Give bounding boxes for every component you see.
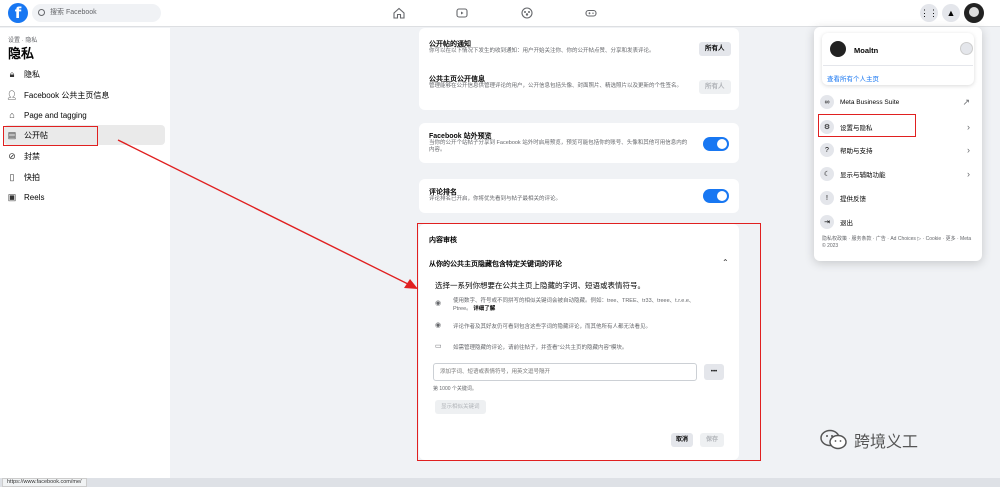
browser-status-bar: [0, 478, 1000, 487]
block-user-icon: ⊘: [8, 150, 16, 161]
meta-icon: ∞: [820, 95, 834, 109]
search-icon: [38, 9, 45, 16]
search-placeholder: 搜索 Facebook: [50, 9, 97, 16]
setting-description: 评论排名已开启，你将优先看到与帖子最相关的评论。: [429, 196, 562, 202]
tag-icon: ⌂: [9, 110, 15, 120]
groups-icon[interactable]: [521, 7, 533, 19]
setting-description: 当你的公开个站帖子分享到 Facebook 站外时启用预览，预览可能包括你的账号…: [429, 140, 688, 153]
sidebar-item-reels[interactable]: ▣ Reels: [4, 187, 165, 207]
sidebar-item-label: 封禁: [24, 151, 40, 161]
settings-card-comment-ranking: 评论排名 评论排名已开启，你将优先看到与帖子最相关的评论。: [419, 179, 739, 213]
account-dropdown-menu: Moaltn 查看所有个人主页 ∞ Meta Business Suite ↗ …: [814, 27, 982, 261]
user-icon: 👤︎: [6, 89, 18, 100]
menu-grid-icon[interactable]: ⋮⋮: [920, 4, 938, 22]
switch-profile-icon[interactable]: [960, 42, 973, 55]
sidebar-item-privacy[interactable]: 🔒︎ 隐私: [4, 64, 165, 84]
menu-item-label: 退出: [840, 220, 853, 227]
settings-card-notifications: 公开帖的通知 你可以在以下情况下发生的收到通知：用户开始关注你、你的公开帖点赞、…: [419, 28, 739, 110]
sidebar-item-label: Page and tagging: [24, 110, 87, 120]
sidebar-item-label: 快拍: [24, 172, 40, 182]
status-url: https://www.facebook.com/me/: [2, 478, 87, 487]
sidebar-item-stories[interactable]: ▯ 快拍: [4, 167, 165, 187]
avatar[interactable]: [964, 3, 984, 23]
menu-item-log-out[interactable]: ⇥ 退出: [820, 212, 976, 232]
feedback-icon: !: [820, 191, 834, 205]
annotation-highlight-content-moderation: [417, 223, 761, 461]
annotation-highlight-settings-privacy: [818, 114, 916, 137]
wechat-logo-icon: [820, 429, 847, 450]
sidebar-item-page-info[interactable]: 👤︎ Facebook 公共主页信息: [4, 85, 165, 105]
sidebar-item-blocking[interactable]: ⊘ 封禁: [4, 146, 165, 166]
notifications-icon[interactable]: ▲: [942, 4, 960, 22]
watermark-text: 跨境义工: [854, 432, 919, 451]
chevron-right-icon: ›: [967, 169, 970, 179]
notifications-audience-button[interactable]: 所有人: [699, 42, 731, 56]
chevron-right-icon: ›: [967, 145, 970, 155]
chevron-right-icon: ›: [967, 122, 970, 132]
comment-ranking-toggle[interactable]: [703, 189, 729, 203]
menu-item-display-accessibility[interactable]: ☾ 显示与辅助功能 ›: [820, 164, 976, 184]
book-icon: ▯: [9, 171, 15, 182]
facebook-logo-icon[interactable]: f: [8, 3, 28, 23]
top-navigation-bar: f 搜索 Facebook ⋮⋮ ▲: [0, 0, 1000, 27]
watermark: 跨境义工: [820, 428, 918, 452]
home-icon[interactable]: [393, 7, 405, 19]
menu-item-give-feedback[interactable]: ! 提供反馈: [820, 188, 976, 208]
footer-links[interactable]: 隐私权政策 · 服务条款 · 广告 · Ad Choices ▷ · Cooki…: [822, 236, 974, 250]
view-all-profiles-link[interactable]: 查看所有个人主页: [827, 73, 879, 83]
sidebar-item-label: Facebook 公共主页信息: [24, 90, 110, 100]
offsite-preview-toggle[interactable]: [703, 137, 729, 151]
menu-item-help-support[interactable]: ? 帮助与支持 ›: [820, 140, 976, 160]
annotation-highlight-public-posts: [3, 126, 98, 146]
menu-item-meta-business-suite[interactable]: ∞ Meta Business Suite ↗: [820, 92, 976, 112]
settings-sidebar: 设置 · 隐私 隐私 🔒︎ 隐私 👤︎ Facebook 公共主页信息 ⌂ Pa…: [0, 28, 170, 478]
help-icon: ?: [820, 143, 834, 157]
menu-item-label: 提供反馈: [840, 196, 866, 203]
lock-icon: 🔒︎: [9, 68, 15, 79]
profile-name[interactable]: Moaltn: [854, 46, 878, 55]
menu-item-label: 显示与辅助功能: [840, 172, 886, 179]
gaming-icon[interactable]: [585, 7, 597, 19]
menu-item-label: 帮助与支持: [840, 148, 873, 155]
menu-item-label: Meta Business Suite: [840, 98, 900, 106]
sidebar-item-page-and-tagging[interactable]: ⌂ Page and tagging: [4, 105, 165, 125]
avatar[interactable]: [830, 41, 846, 57]
sidebar-item-label: Reels: [24, 192, 45, 202]
reels-icon: ▣: [7, 191, 17, 202]
search-input[interactable]: 搜索 Facebook: [32, 4, 161, 22]
public-info-audience-button[interactable]: 所有人: [699, 80, 731, 94]
setting-description: 管理能够在公开信息供管理评论的用户，公开信息包括头像、封面照片、精选照片以及更新…: [429, 83, 683, 89]
divider: [823, 65, 973, 66]
external-link-icon: ↗: [962, 96, 970, 107]
sidebar-item-label: 隐私: [24, 69, 40, 79]
page-title: 隐私: [8, 46, 35, 61]
profile-card: Moaltn 查看所有个人主页: [822, 33, 974, 85]
watch-icon[interactable]: [456, 7, 468, 19]
setting-description: 你可以在以下情况下发生的收到通知：用户开始关注你、你的公开帖点赞、分享和发表评论…: [429, 48, 655, 54]
moon-icon: ☾: [820, 167, 834, 181]
settings-card-offsite-preview: Facebook 站外预览 当你的公开个站帖子分享到 Facebook 站外时启…: [419, 123, 739, 163]
logout-icon: ⇥: [820, 215, 834, 229]
